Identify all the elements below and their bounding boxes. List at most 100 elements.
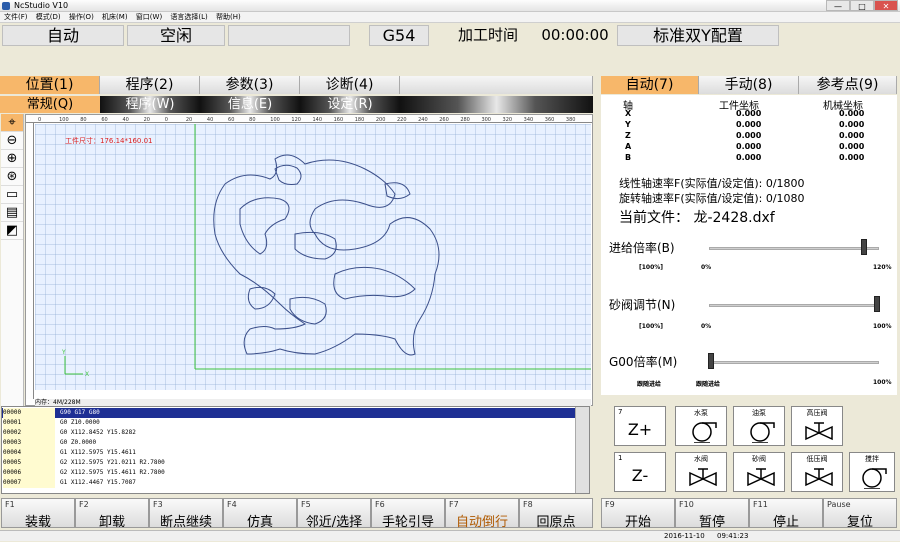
ruler-tick-label: 180 bbox=[355, 117, 365, 123]
tab-auto[interactable]: 自动(7) bbox=[601, 76, 699, 94]
f3-breakpoint-button[interactable]: F3 断点继续 bbox=[149, 498, 223, 530]
gcode-line[interactable]: 00006 G2 X112.5975 Y15.4611 R2.7800 bbox=[2, 468, 589, 478]
position-panel: 轴 工件坐标 机械坐标 X 0.000 0.000 Y 0.000 0.000 Z 0.0… bbox=[601, 95, 897, 395]
crosshair-icon[interactable]: ⌖ bbox=[1, 114, 23, 132]
menu-language[interactable]: 语言选择(L) bbox=[170, 13, 207, 21]
ruler-tick-label: 60 bbox=[101, 117, 107, 123]
menu-window[interactable]: 窗口(W) bbox=[136, 13, 162, 21]
z-minus-button[interactable]: 1 Z- bbox=[614, 452, 666, 492]
gcode-line[interactable]: 00000 G90 G17 G80 bbox=[2, 408, 589, 418]
pause-reset-button[interactable]: Pause 复位 bbox=[823, 498, 897, 530]
feed-override-thumb[interactable] bbox=[861, 239, 867, 255]
ruler-tick-label: 60 bbox=[228, 117, 234, 123]
gcode-line[interactable]: 00005 G2 X112.5975 Y21.0211 R2.7800 bbox=[2, 458, 589, 468]
tab-program[interactable]: 程序(2) bbox=[100, 76, 200, 94]
high-pressure-valve-button[interactable]: 高压阀 bbox=[791, 406, 843, 446]
sand-valve-button[interactable]: 砂阀 bbox=[733, 452, 785, 492]
axis-row-a: A 0.000 0.000 bbox=[625, 142, 865, 151]
subtab-settings[interactable]: 设定(R) bbox=[300, 96, 400, 113]
menu-machine[interactable]: 机床(M) bbox=[102, 13, 128, 21]
sand-valve-thumb[interactable] bbox=[874, 296, 880, 312]
list-view-icon[interactable]: ▤ bbox=[1, 204, 23, 222]
axis-row-x: X 0.000 0.000 bbox=[625, 109, 865, 118]
linear-feed-rate: 线性轴速率F(实际值/设定值): 0/1800 bbox=[619, 177, 805, 190]
ruler-tick-label: 100 bbox=[59, 117, 69, 123]
mode-display: 自动 bbox=[2, 25, 124, 46]
gcode-line[interactable]: 00004 G1 X112.5975 Y15.4611 bbox=[2, 448, 589, 458]
close-button[interactable]: ✕ bbox=[874, 0, 898, 11]
menu-help[interactable]: 帮助(H) bbox=[216, 13, 241, 21]
gcode-listing[interactable]: 00000 G90 G17 G80 00001 G0 Z10.0000 00002 G… bbox=[1, 406, 590, 494]
gcode-line[interactable]: 00002 G0 X112.8452 Y15.8282 bbox=[2, 428, 589, 438]
f1-load-button[interactable]: F1 装载 bbox=[1, 498, 75, 530]
tab-diagnosis[interactable]: 诊断(4) bbox=[300, 76, 400, 94]
tab-reference[interactable]: 参考点(9) bbox=[799, 76, 897, 94]
menu-mode[interactable]: 模式(D) bbox=[36, 13, 61, 21]
f11-stop-button[interactable]: F11 停止 bbox=[749, 498, 823, 530]
ruler-tick-label: 340 bbox=[524, 117, 534, 123]
g00-override-label: G00倍率(M) bbox=[609, 355, 678, 369]
machining-time-label: 加工时间 bbox=[457, 26, 518, 44]
f8-home-button[interactable]: F8 回原点 bbox=[519, 498, 593, 530]
f2-unload-button[interactable]: F2 卸载 bbox=[75, 498, 149, 530]
sand-valve-current: [100%] bbox=[639, 323, 664, 330]
zoom-in-icon[interactable]: ⊕ bbox=[1, 150, 23, 168]
center-icon[interactable]: ⊛ bbox=[1, 168, 23, 186]
status-date: 2016-11-10 bbox=[664, 532, 705, 540]
toolpath-canvas[interactable]: 0 100 80 60 40 20 0 20 40 60 80 100 120 140 160 180 200 2… bbox=[25, 114, 593, 406]
f10-pause-button[interactable]: F10 暂停 bbox=[675, 498, 749, 530]
gcode-line[interactable]: 00001 G0 Z10.0000 bbox=[2, 418, 589, 428]
status-time: 09:41:23 bbox=[717, 532, 749, 540]
f7-auto-reverse-button[interactable]: F7 自动倒行 bbox=[445, 498, 519, 530]
minimize-button[interactable]: — bbox=[826, 0, 850, 11]
water-pump-button[interactable]: 水泵 bbox=[675, 406, 727, 446]
feed-override-current: [100%] bbox=[639, 264, 664, 271]
current-file: 当前文件： 龙-2428.dxf bbox=[619, 210, 775, 226]
ruler-tick-label: 100 bbox=[270, 117, 280, 123]
y-axis-label: Y bbox=[61, 349, 66, 356]
pump-icon bbox=[750, 422, 775, 443]
subtab-program[interactable]: 程序(W) bbox=[100, 96, 200, 113]
zoom-out-icon[interactable]: ⊖ bbox=[1, 132, 23, 150]
tab-parameters[interactable]: 参数(3) bbox=[200, 76, 300, 94]
z-plus-button[interactable]: 7 Z+ bbox=[614, 406, 666, 446]
oil-pump-button[interactable]: 油泵 bbox=[733, 406, 785, 446]
sand-valve-slider[interactable] bbox=[709, 304, 879, 307]
valve-icon bbox=[805, 422, 833, 441]
menu-operate[interactable]: 操作(O) bbox=[69, 13, 94, 21]
feed-override-slider[interactable] bbox=[709, 247, 879, 250]
gcode-line[interactable]: 00003 G0 Z0.0000 bbox=[2, 438, 589, 448]
g00-override-thumb[interactable] bbox=[708, 353, 714, 369]
low-pressure-valve-button[interactable]: 低压阀 bbox=[791, 452, 843, 492]
ruler-tick-label: 380 bbox=[566, 117, 576, 123]
menu-file[interactable]: 文件(F) bbox=[4, 13, 28, 21]
tab-manual[interactable]: 手动(8) bbox=[699, 76, 799, 94]
f5-select-button[interactable]: F5 邻近/选择 bbox=[297, 498, 371, 530]
stir-button[interactable]: 搅拌 bbox=[849, 452, 895, 492]
sand-valve-max: 100% bbox=[873, 323, 892, 330]
gcode-line[interactable]: 00007 G1 X112.4467 Y15.7087 bbox=[2, 478, 589, 488]
3d-view-icon[interactable]: ◩ bbox=[1, 222, 23, 240]
f6-handwheel-button[interactable]: F6 手轮引导 bbox=[371, 498, 445, 530]
gcode-scrollbar[interactable] bbox=[575, 407, 589, 493]
g00-override-min: 跟随进给 bbox=[696, 381, 721, 388]
title-bar: NcStudio V10 — □ ✕ bbox=[0, 0, 900, 12]
drawing-area[interactable]: 工件尺寸：176.14*160.01 Y X bbox=[35, 124, 591, 390]
pump-icon bbox=[862, 468, 887, 489]
window-fit-icon[interactable]: ▭ bbox=[1, 186, 23, 204]
g00-override-slider[interactable] bbox=[709, 361, 879, 364]
ruler-tick-label: 80 bbox=[80, 117, 86, 123]
f4-simulate-button[interactable]: F4 仿真 bbox=[223, 498, 297, 530]
subtab-info[interactable]: 信息(E) bbox=[200, 96, 300, 113]
window-title: NcStudio V10 bbox=[14, 1, 69, 10]
g00-override-max: 100% bbox=[873, 379, 892, 386]
ruler-tick-label: 0 bbox=[38, 117, 41, 123]
f9-start-button[interactable]: F9 开始 bbox=[601, 498, 675, 530]
water-valve-button[interactable]: 水阀 bbox=[675, 452, 727, 492]
subtab-general[interactable]: 常规(Q) bbox=[0, 96, 100, 113]
maximize-button[interactable]: □ bbox=[850, 0, 874, 11]
ruler-tick-label: 40 bbox=[207, 117, 213, 123]
tab-position[interactable]: 位置(1) bbox=[0, 76, 100, 94]
view-toolbar: ⌖ ⊖ ⊕ ⊛ ▭ ▤ ◩ bbox=[1, 114, 24, 406]
feed-override-max: 120% bbox=[873, 264, 892, 271]
